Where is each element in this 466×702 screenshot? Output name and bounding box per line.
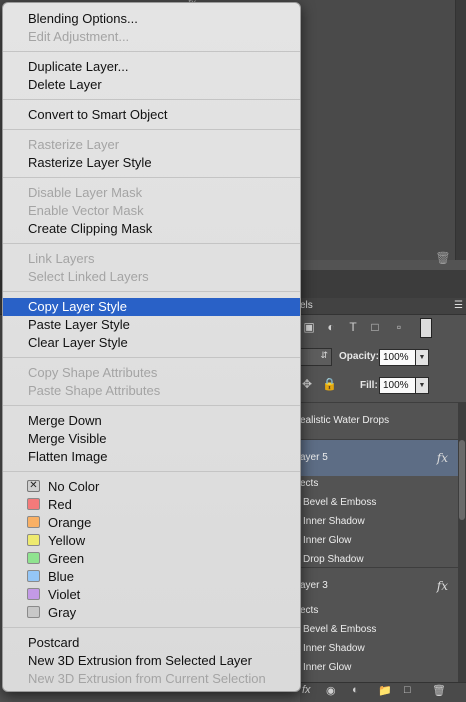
menu-separator bbox=[3, 243, 300, 244]
layer-row-selected[interactable]: ayer 5 fx bbox=[300, 439, 460, 476]
adjustment-layer-icon[interactable]: ◐ bbox=[352, 684, 359, 696]
menu-item-delete-layer[interactable]: Delete Layer bbox=[3, 76, 300, 94]
menu-item-color-green[interactable]: Green bbox=[3, 550, 300, 568]
fx-icon[interactable]: fx bbox=[302, 684, 311, 696]
layer-name: ealistic Water Drops bbox=[300, 415, 390, 426]
menu-separator bbox=[3, 129, 300, 130]
menu-item-blending-options[interactable]: Blending Options... bbox=[3, 10, 300, 28]
menu-item-3d-extrusion-current-selection: New 3D Extrusion from Current Selection bbox=[28, 671, 266, 686]
opacity-input[interactable]: 100% bbox=[379, 349, 416, 366]
menu-separator bbox=[3, 357, 300, 358]
menu-item-flatten-image[interactable]: Flatten Image bbox=[3, 448, 300, 466]
fx-icon: fx bbox=[436, 579, 448, 593]
menu-item-color-none[interactable]: No Color bbox=[3, 478, 300, 496]
blend-mode-select[interactable]: ⇵ bbox=[300, 348, 332, 366]
menu-separator bbox=[3, 471, 300, 472]
menu-item-color-blue[interactable]: Blue bbox=[3, 568, 300, 586]
menu-item-enable-vector-mask: Enable Vector Mask bbox=[28, 203, 144, 218]
menu-separator bbox=[3, 51, 300, 52]
filter-adjustment-icon[interactable]: ◐ bbox=[322, 318, 340, 336]
filter-pixel-icon[interactable]: ▣ bbox=[300, 318, 318, 336]
layer-name: ayer 5 bbox=[300, 452, 328, 463]
filter-type-icon[interactable]: T bbox=[344, 318, 362, 336]
menu-item-duplicate-layer[interactable]: Duplicate Layer... bbox=[3, 58, 300, 76]
fill-dropdown-icon[interactable]: ▼ bbox=[415, 377, 429, 394]
menu-separator bbox=[3, 405, 300, 406]
fill-label: Fill: bbox=[360, 380, 378, 391]
menu-item-create-clipping-mask[interactable]: Create Clipping Mask bbox=[3, 220, 300, 238]
menu-separator bbox=[3, 627, 300, 628]
layer-row-text[interactable]: ealistic Water Drops bbox=[300, 402, 460, 439]
menu-item-3d-extrusion-selected-layer[interactable]: New 3D Extrusion from Selected Layer bbox=[3, 652, 300, 670]
menu-separator bbox=[3, 99, 300, 100]
menu-item-color-red[interactable]: Red bbox=[3, 496, 300, 514]
lock-position-icon[interactable]: ✥ bbox=[302, 377, 312, 391]
effect-row[interactable]: Inner Shadow bbox=[300, 512, 463, 531]
tab-layers[interactable]: els bbox=[300, 300, 313, 311]
layers-scroll-thumb[interactable] bbox=[459, 440, 465, 520]
menu-item-disable-layer-mask: Disable Layer Mask bbox=[28, 185, 143, 200]
menu-item-select-linked-layers: Select Linked Layers bbox=[28, 269, 149, 284]
menu-item-paste-shape-attributes: Paste Shape Attributes bbox=[28, 383, 161, 398]
panel-menu-icon[interactable]: ☰ bbox=[454, 300, 463, 311]
filter-toggle-switch[interactable] bbox=[420, 318, 432, 338]
menu-item-clear-layer-style[interactable]: Clear Layer Style bbox=[3, 334, 300, 352]
layers-list: ealistic Water Drops ayer 5 fx ects Beve… bbox=[300, 402, 460, 682]
menu-item-color-gray[interactable]: Gray bbox=[3, 604, 300, 622]
effect-row[interactable]: Bevel & Emboss bbox=[300, 493, 463, 512]
fx-icon: fx bbox=[436, 451, 448, 465]
menu-item-merge-down[interactable]: Merge Down bbox=[3, 412, 300, 430]
layer-name: ayer 3 bbox=[300, 580, 328, 591]
lock-all-icon[interactable]: 🔒 bbox=[322, 377, 337, 391]
menu-item-link-layers: Link Layers bbox=[28, 251, 95, 266]
menu-item-copy-layer-style[interactable]: Copy Layer Style bbox=[3, 298, 300, 316]
layer-context-menu: Blending Options... Edit Adjustment... D… bbox=[2, 2, 301, 692]
new-group-icon[interactable]: 📁 bbox=[378, 684, 392, 697]
trash-icon[interactable]: 🗑 bbox=[432, 251, 454, 267]
menu-item-paste-layer-style[interactable]: Paste Layer Style bbox=[3, 316, 300, 334]
effect-row[interactable]: Inner Glow bbox=[300, 658, 463, 677]
layer-row[interactable]: ayer 3 fx bbox=[300, 567, 460, 604]
effects-header[interactable]: ects bbox=[300, 601, 460, 620]
menu-item-color-yellow[interactable]: Yellow bbox=[3, 532, 300, 550]
filter-smart-object-icon[interactable]: ▫ bbox=[390, 318, 408, 336]
top-panel-scrollbar[interactable] bbox=[455, 0, 466, 260]
menu-item-color-orange[interactable]: Orange bbox=[3, 514, 300, 532]
trash-icon[interactable]: 🗑 bbox=[432, 684, 446, 697]
menu-separator bbox=[3, 291, 300, 292]
add-mask-icon[interactable]: ◉ bbox=[326, 684, 336, 697]
new-layer-icon[interactable]: □ bbox=[404, 684, 411, 696]
menu-item-convert-smart-object[interactable]: Convert to Smart Object bbox=[3, 106, 300, 124]
effect-row[interactable]: Inner Glow bbox=[300, 531, 463, 550]
menu-item-merge-visible[interactable]: Merge Visible bbox=[3, 430, 300, 448]
fill-input[interactable]: 100% bbox=[379, 377, 416, 394]
effect-row[interactable]: Inner Shadow bbox=[300, 639, 463, 658]
opacity-dropdown-icon[interactable]: ▼ bbox=[415, 349, 429, 366]
menu-item-edit-adjustment: Edit Adjustment... bbox=[28, 29, 130, 44]
effects-header[interactable]: ects bbox=[300, 474, 460, 493]
opacity-label: Opacity: bbox=[339, 351, 380, 362]
effect-row[interactable]: Bevel & Emboss bbox=[300, 620, 463, 639]
chevron-updown-icon: ⇵ bbox=[320, 350, 328, 360]
filter-shape-icon[interactable]: □ bbox=[366, 318, 384, 336]
menu-item-rasterize-layer-style[interactable]: Rasterize Layer Style bbox=[3, 154, 300, 172]
menu-item-rasterize-layer: Rasterize Layer bbox=[28, 137, 120, 152]
menu-item-postcard[interactable]: Postcard bbox=[3, 634, 300, 652]
menu-separator bbox=[3, 177, 300, 178]
layer-filter-row: ▣ ◐ T □ ▫ bbox=[300, 318, 450, 340]
menu-item-color-violet[interactable]: Violet bbox=[3, 586, 300, 604]
menu-item-copy-shape-attributes: Copy Shape Attributes bbox=[28, 365, 158, 380]
